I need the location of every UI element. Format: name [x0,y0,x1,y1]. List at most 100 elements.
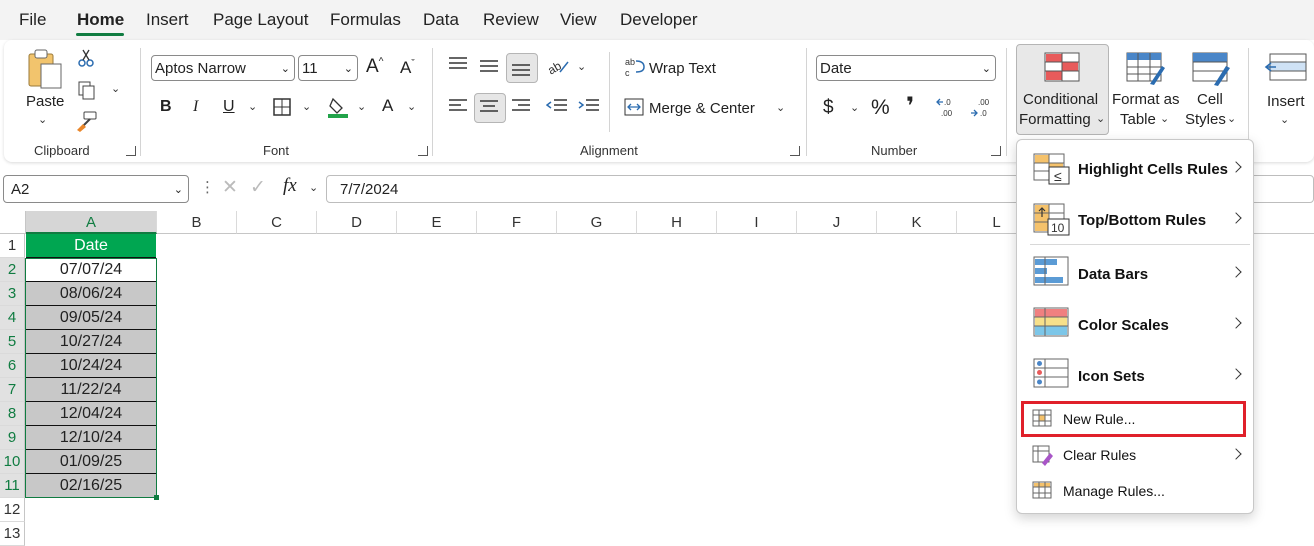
fill-color-dropdown-icon[interactable]: ⌄ [357,100,366,113]
table-cell[interactable]: 01/09/25 [26,450,156,474]
tab-page-layout[interactable]: Page Layout [213,10,308,30]
paste-dropdown-icon[interactable]: ⌄ [38,113,47,126]
header-cell[interactable]: Date [26,234,156,258]
cell-styles-label-2[interactable]: Styles [1185,111,1226,128]
row-header-11[interactable]: 11 [0,474,25,498]
align-left-icon[interactable] [448,98,468,114]
cancel-icon[interactable]: ✕ [222,176,238,199]
menu-item-manage-rules[interactable]: Manage Rules... [1063,483,1165,499]
cell-styles-icon[interactable] [1192,52,1232,86]
align-right-icon[interactable] [511,98,531,114]
tab-data[interactable]: Data [423,10,459,30]
column-header-c[interactable]: C [237,211,317,234]
column-header-i[interactable]: I [717,211,797,234]
underline-dropdown-icon[interactable]: ⌄ [248,100,257,113]
table-cell[interactable]: 11/22/24 [26,378,156,402]
percent-button[interactable]: % [871,96,890,120]
font-size-select[interactable]: 11 ⌄ [298,55,358,81]
wrap-text-icon[interactable]: abc [624,56,646,78]
table-cell[interactable]: 08/06/24 [26,282,156,306]
table-cell[interactable]: 10/27/24 [26,330,156,354]
insert-function-icon[interactable]: fx [283,175,297,197]
row-header-13[interactable]: 13 [0,522,25,546]
row-header-10[interactable]: 10 [0,450,25,474]
bold-button[interactable]: B [160,98,172,116]
copy-dropdown-icon[interactable]: ⌄ [111,82,120,95]
row-header-6[interactable]: 6 [0,354,25,378]
row-header-8[interactable]: 8 [0,402,25,426]
number-format-select[interactable]: Date ⌄ [816,55,996,81]
menu-item-top-bottom-rules[interactable]: Top/Bottom Rules [1078,212,1206,229]
increase-font-size-icon[interactable]: A^ [366,56,383,78]
column-header-g[interactable]: G [557,211,637,234]
row-header-2[interactable]: 2 [0,258,25,282]
comma-style-button[interactable]: ❜ [906,92,914,121]
middle-align-icon[interactable] [479,59,499,75]
alignment-launcher-icon[interactable] [790,146,800,156]
fill-handle[interactable] [154,495,159,500]
fill-color-icon[interactable] [327,95,351,119]
table-cell[interactable]: 09/05/24 [26,306,156,330]
table-cell[interactable]: 02/16/25 [26,474,156,498]
column-header-k[interactable]: K [877,211,957,234]
column-header-a[interactable]: A [26,211,157,234]
row-header-9[interactable]: 9 [0,426,25,450]
row-header-7[interactable]: 7 [0,378,25,402]
font-name-select[interactable]: Aptos Narrow ⌄ [151,55,295,81]
borders-dropdown-icon[interactable]: ⌄ [302,100,311,113]
row-header-4[interactable]: 4 [0,306,25,330]
column-header-f[interactable]: F [477,211,557,234]
italic-button[interactable]: I [193,98,198,116]
font-color-dropdown-icon[interactable]: ⌄ [407,100,416,113]
select-all-corner[interactable] [0,211,26,234]
font-color-icon[interactable]: A [382,96,393,116]
tab-review[interactable]: Review [483,10,539,30]
tab-home[interactable]: Home [77,10,124,30]
number-launcher-icon[interactable] [991,146,1001,156]
orientation-icon[interactable]: ab [546,56,570,76]
paste-label[interactable]: Paste [26,93,64,110]
insert-cells-icon[interactable] [1264,52,1308,82]
row-header-12[interactable]: 12 [0,498,25,522]
name-box[interactable]: A2 ⌄ [3,175,189,203]
currency-dropdown-icon[interactable]: ⌄ [850,101,859,114]
enter-icon[interactable]: ✓ [250,176,266,199]
column-header-h[interactable]: H [637,211,717,234]
tab-developer[interactable]: Developer [620,10,698,30]
top-align-icon[interactable] [448,56,468,72]
currency-button[interactable]: $ [823,97,834,119]
table-cell[interactable]: 07/07/24 [26,258,156,282]
row-header-3[interactable]: 3 [0,282,25,306]
format-painter-icon[interactable] [75,110,99,132]
more-options-icon[interactable]: ⋮ [200,178,215,196]
merge-center-icon[interactable] [624,98,644,116]
copy-icon[interactable] [77,80,97,100]
menu-item-new-rule[interactable]: New Rule... [1063,411,1135,427]
row-header-5[interactable]: 5 [0,330,25,354]
increase-indent-icon[interactable] [578,98,600,114]
decrease-decimal-icon[interactable]: .00.0 [970,96,996,118]
decrease-font-size-icon[interactable]: Aˇ [400,58,415,78]
tab-view[interactable]: View [560,10,597,30]
tab-file[interactable]: File [19,10,46,30]
font-launcher-icon[interactable] [418,146,428,156]
menu-item-clear-rules[interactable]: Clear Rules [1063,447,1136,463]
cell-styles-label-1[interactable]: Cell [1197,91,1223,108]
wrap-text-button[interactable]: Wrap Text [649,60,716,77]
format-as-table-icon[interactable] [1126,52,1166,86]
table-cell[interactable]: 10/24/24 [26,354,156,378]
table-cell[interactable]: 12/04/24 [26,402,156,426]
row-header-1[interactable]: 1 [0,234,25,258]
paste-icon[interactable] [25,48,65,90]
orientation-dropdown-icon[interactable]: ⌄ [577,60,586,73]
insert-cells-label[interactable]: Insert [1267,93,1305,110]
menu-item-icon-sets[interactable]: Icon Sets [1078,368,1145,385]
tab-formulas[interactable]: Formulas [330,10,401,30]
borders-icon[interactable] [272,97,292,117]
column-header-d[interactable]: D [317,211,397,234]
column-header-e[interactable]: E [397,211,477,234]
table-cell[interactable]: 12/10/24 [26,426,156,450]
format-as-table-label-2[interactable]: Table [1120,111,1156,128]
clipboard-launcher-icon[interactable] [126,146,136,156]
increase-decimal-icon[interactable]: .0.00 [936,96,962,118]
